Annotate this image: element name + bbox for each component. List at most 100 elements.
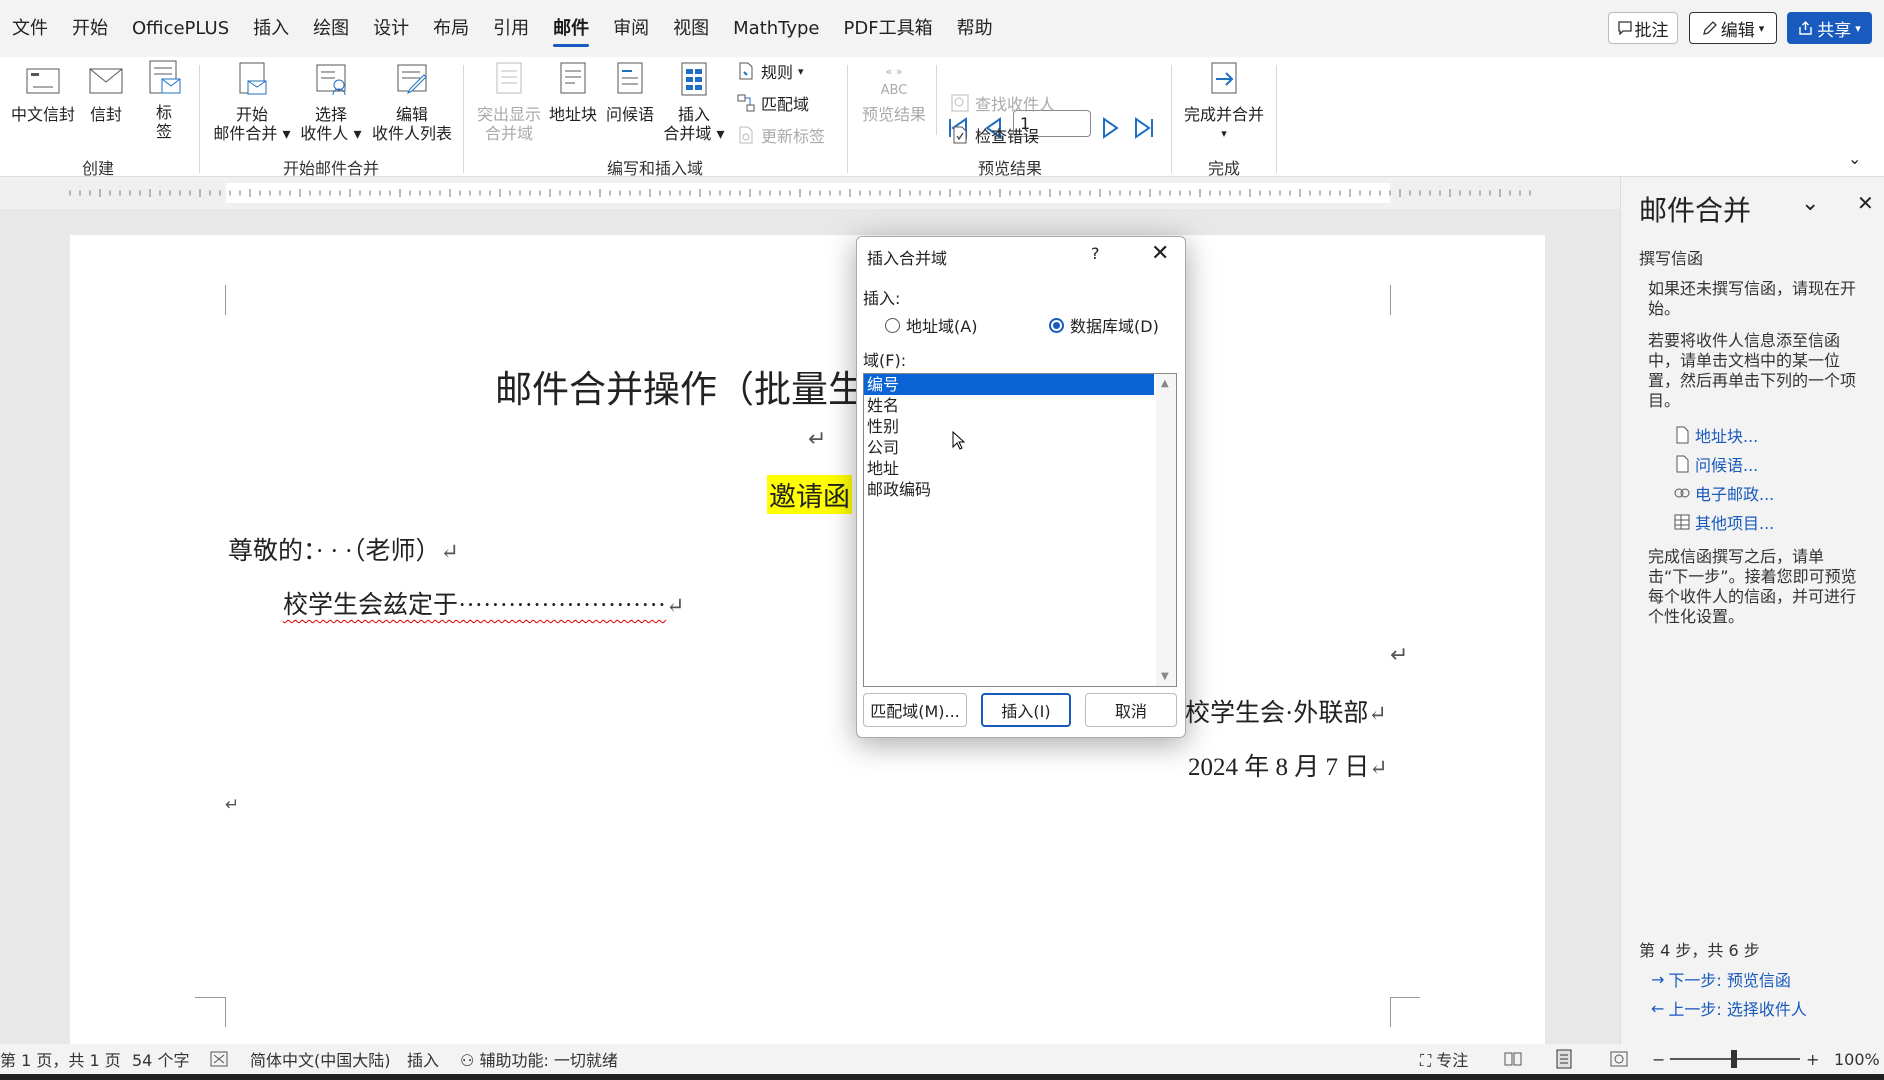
address-block-button[interactable]: 地址块 xyxy=(548,61,598,124)
menu-item[interactable]: MathType xyxy=(721,0,831,57)
finish-merge-button[interactable]: 完成并合并 ▾ xyxy=(1182,61,1266,143)
menu-item[interactable]: 插入 xyxy=(241,0,301,57)
zoom-level[interactable]: 100% xyxy=(1834,1050,1880,1069)
menu-item[interactable]: 布局 xyxy=(421,0,481,57)
edit-recipient-list-button[interactable]: 编辑 收件人列表 xyxy=(370,61,454,143)
pane-link-electronic-postage[interactable]: 电子邮政... xyxy=(1673,481,1774,505)
greeting-line-button[interactable]: 问候语 xyxy=(604,61,656,124)
address-fields-radio[interactable]: 地址域(A) xyxy=(885,313,977,337)
last-record-icon[interactable] xyxy=(1130,114,1158,142)
share-button[interactable]: 共享 ▾ xyxy=(1787,12,1872,44)
pane-prev-step-link[interactable]: ← 上一步: 选择收件人 xyxy=(1651,996,1807,1020)
check-errors-button[interactable]: 检查错误 xyxy=(950,123,1039,147)
edit-mode-dropdown[interactable]: 编辑 ▾ xyxy=(1689,12,1777,44)
field-list-item[interactable]: 公司 xyxy=(864,437,1154,458)
menu-item[interactable]: 审阅 xyxy=(601,0,661,57)
menu-item[interactable]: 文件 xyxy=(0,0,60,57)
preview-results-icon: « » ABC xyxy=(880,65,908,98)
print-layout-icon[interactable] xyxy=(1555,1049,1573,1069)
close-pane-icon[interactable]: ✕ xyxy=(1857,191,1874,215)
greeting-label: 问候语 xyxy=(605,105,654,124)
rules-button[interactable]: 规则 ▾ xyxy=(736,59,804,83)
envelope-label: 信封 xyxy=(89,105,122,124)
field-list-item[interactable]: 性别 xyxy=(864,416,1154,437)
menu-item[interactable]: OfficePLUS xyxy=(120,0,241,57)
focus-mode-button[interactable]: ⛶ 专注 xyxy=(1420,1047,1468,1071)
chinese-envelope-button[interactable]: 中文信封 xyxy=(8,61,78,124)
start-mail-merge-button[interactable]: 开始 邮件合并 ▾ xyxy=(212,61,292,143)
field-list-item[interactable]: 邮政编码 xyxy=(864,479,1154,500)
insert-button[interactable]: 插入(I) xyxy=(981,693,1071,727)
insert-mode-indicator[interactable]: 插入 xyxy=(407,1047,439,1071)
collapse-ribbon-icon[interactable]: ⌄ xyxy=(1848,149,1861,168)
pane-link-address-block[interactable]: 地址块... xyxy=(1673,423,1758,447)
document-page[interactable]: 邮件合并操作（批量生 ↵ 邀请函 尊敬的：· · ·（老师）↵ 校学生会兹定于·… xyxy=(70,235,1545,1044)
web-layout-icon[interactable] xyxy=(1610,1051,1628,1067)
word-count[interactable]: 54 个字 xyxy=(132,1047,189,1071)
comment-button[interactable]: 批注 xyxy=(1608,12,1678,44)
scroll-up-icon[interactable]: ▲ xyxy=(1161,378,1169,389)
listbox-scrollbar[interactable]: ▲ ▼ xyxy=(1156,374,1176,686)
page-count[interactable]: 第 1 页，共 1 页 xyxy=(0,1047,121,1071)
menu-item[interactable]: 帮助 xyxy=(945,0,1005,57)
grid-icon xyxy=(1674,514,1690,530)
find-recipient-button[interactable]: 查找收件人 xyxy=(950,91,1055,115)
menu-item[interactable]: PDF工具箱 xyxy=(832,0,945,57)
chevron-down-icon: ▾ xyxy=(1855,21,1861,35)
insert-merge-field-icon xyxy=(681,62,707,96)
paragraph-mark: ↵ xyxy=(1368,701,1387,726)
labels-button[interactable]: 标 签 xyxy=(142,59,186,141)
labels-label-1: 标 xyxy=(155,103,172,122)
edit-recipient-list-icon xyxy=(397,64,427,95)
field-list-item[interactable]: 姓名 xyxy=(864,395,1154,416)
field-list-item[interactable]: 地址 xyxy=(864,458,1154,479)
menu-item[interactable]: 设计 xyxy=(361,0,421,57)
menu-item[interactable]: 开始 xyxy=(60,0,120,57)
language-indicator[interactable]: 简体中文(中国大陆) xyxy=(250,1047,391,1071)
crop-mark xyxy=(1390,997,1420,998)
menu-bar: 文件 开始 OfficePLUS 插入 绘图 设计 布局 引用 邮件 审阅 视图 MathType PD… xyxy=(0,0,1884,57)
zoom-in-icon[interactable]: + xyxy=(1806,1050,1819,1069)
insert-merge-field-button[interactable]: 插入 合并域 ▾ xyxy=(662,61,726,143)
envelope-button[interactable]: 信封 xyxy=(82,61,130,124)
pane-text-next-step: 完成信函撰写之后，请单击“下一步”。接着您即可预览每个收件人的信函，并可进行个性… xyxy=(1648,547,1857,626)
pane-options-icon[interactable]: ⌄ xyxy=(1801,191,1819,216)
match-fields-dialog-button[interactable]: 匹配域(M)... xyxy=(863,693,967,727)
proofing-icon[interactable] xyxy=(210,1051,228,1067)
menu-item[interactable]: 引用 xyxy=(481,0,541,57)
fields-label: 域(F): xyxy=(863,351,907,370)
fields-listbox[interactable]: 编号 姓名 性别 公司 地址 邮政编码 ▲ ▼ xyxy=(863,373,1177,687)
group-divider xyxy=(199,65,200,173)
status-bar: 第 1 页，共 1 页 54 个字 简体中文(中国大陆) 插入 ⚇ 辅助功能: … xyxy=(0,1044,1884,1074)
pane-next-step-link[interactable]: → 下一步: 预览信函 xyxy=(1651,967,1791,991)
edit-label: 编辑 xyxy=(1720,20,1755,41)
match-fields-label: 匹配域 xyxy=(761,95,810,114)
cancel-button[interactable]: 取消 xyxy=(1085,693,1177,727)
pane-link-more-items[interactable]: 其他项目... xyxy=(1673,510,1774,534)
labels-icon xyxy=(149,60,181,94)
next-record-icon[interactable] xyxy=(1096,114,1124,142)
update-labels-label: 更新标签 xyxy=(761,127,826,146)
menu-item[interactable]: 绘图 xyxy=(301,0,361,57)
read-mode-icon[interactable] xyxy=(1504,1051,1522,1067)
pane-link-more-label: 其他项目... xyxy=(1695,514,1775,533)
accessibility-status[interactable]: ⚇ 辅助功能: 一切就绪 xyxy=(460,1047,618,1071)
select-recipients-button[interactable]: 选择 收件人 ▾ xyxy=(298,61,364,143)
highlight-merge-fields-button[interactable]: 突出显示 合并域 xyxy=(474,61,544,143)
preview-results-button[interactable]: « » ABC 预览结果 xyxy=(856,61,932,124)
close-icon[interactable]: ✕ xyxy=(1151,241,1169,266)
pane-link-greeting[interactable]: 问候语... xyxy=(1673,452,1758,476)
pane-link-address-label: 地址块... xyxy=(1695,427,1759,446)
field-list-item[interactable]: 编号 xyxy=(864,374,1154,395)
group-preview-label: 预览结果 xyxy=(977,159,1043,178)
menu-item[interactable]: 视图 xyxy=(661,0,721,57)
help-icon[interactable]: ? xyxy=(1091,244,1100,263)
update-labels-button[interactable]: 更新标签 xyxy=(736,123,825,147)
menu-item[interactable]: 邮件 xyxy=(541,0,601,57)
insert-field-label-2: 合并域 ▾ xyxy=(663,124,725,143)
database-fields-radio[interactable]: 数据库域(D) xyxy=(1049,313,1159,337)
zoom-out-icon[interactable]: − xyxy=(1652,1050,1665,1069)
scroll-down-icon[interactable]: ▼ xyxy=(1161,671,1169,682)
zoom-slider-thumb[interactable] xyxy=(1731,1050,1737,1068)
match-fields-button[interactable]: 匹配域 xyxy=(736,91,809,115)
